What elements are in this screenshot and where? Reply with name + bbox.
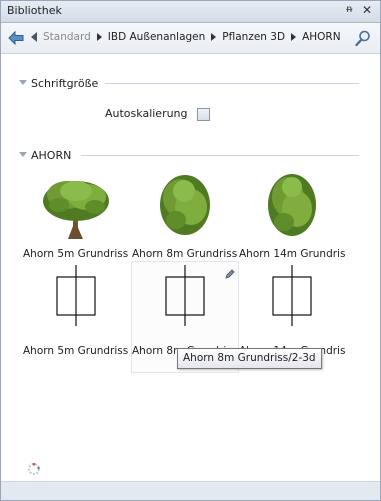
item-caption: Ahorn 8m Grundriss... (132, 248, 238, 260)
library-item[interactable]: Ahorn 5m Grundriss... (23, 262, 129, 372)
section-divider (105, 83, 359, 84)
tree-3d-thumbnail (160, 175, 210, 235)
autoscale-label: Autoskalierung (105, 107, 188, 120)
title-bar: Bibliothek ᵰ ✕ (1, 1, 380, 23)
back-arrow-icon[interactable] (7, 29, 25, 47)
breadcrumb-separator-icon (96, 33, 102, 41)
item-caption: Ahorn 5m Grundriss... (23, 248, 129, 260)
breadcrumb: Standard IBD Außenanlagen Pflanzen 3D AHORN (43, 31, 341, 43)
collapse-triangle-icon[interactable] (19, 152, 27, 157)
item-tooltip: Ahorn 8m Grundriss/2-3d (177, 348, 322, 369)
breadcrumb-item-standard[interactable]: Standard (43, 31, 91, 43)
close-icon[interactable]: ✕ (362, 3, 372, 17)
tree-3d-thumbnail (43, 181, 109, 239)
loading-spinner-icon (28, 462, 40, 475)
section-ahorn-label: AHORN (31, 149, 72, 162)
breadcrumb-previous-icon[interactable] (31, 32, 37, 42)
library-item[interactable]: Ahorn 8m Grundriss... (132, 165, 238, 275)
collapse-triangle-icon[interactable] (19, 80, 27, 85)
section-font-size[interactable]: Schriftgröße (19, 77, 359, 91)
section-font-size-label: Schriftgröße (31, 77, 99, 90)
autoscale-checkbox[interactable] (197, 108, 210, 121)
breadcrumb-item-pflanzen[interactable]: Pflanzen 3D (222, 31, 285, 43)
navigation-bar: Standard IBD Außenanlagen Pflanzen 3D AHORN (1, 23, 380, 54)
tree-3d-thumbnail (268, 174, 316, 236)
breadcrumb-separator-icon (291, 33, 297, 41)
library-item[interactable]: Ahorn 14m Grundris... (239, 165, 345, 275)
plan-2d-thumbnail (165, 265, 205, 326)
plan-2d-thumbnail (56, 265, 96, 326)
pin-icon[interactable]: ᵰ (346, 4, 352, 15)
breadcrumb-separator-icon (211, 33, 217, 41)
item-caption: Ahorn 14m Grundris... (239, 248, 345, 260)
section-divider (81, 155, 359, 156)
item-caption: Ahorn 5m Grundriss... (23, 345, 129, 357)
search-icon[interactable] (354, 29, 372, 47)
status-bar (1, 481, 380, 500)
library-panel: Bibliothek ᵰ ✕ Standard IBD Außenanlagen P… (0, 0, 381, 501)
plan-2d-thumbnail (272, 265, 312, 326)
breadcrumb-item-ahorn[interactable]: AHORN (302, 31, 341, 43)
breadcrumb-item-ibd[interactable]: IBD Außenanlagen (108, 31, 206, 43)
window-title: Bibliothek (7, 4, 62, 17)
edit-pencil-icon[interactable] (224, 268, 236, 280)
section-ahorn[interactable]: AHORN (19, 149, 359, 163)
library-item[interactable]: Ahorn 5m Grundriss... (23, 165, 129, 275)
